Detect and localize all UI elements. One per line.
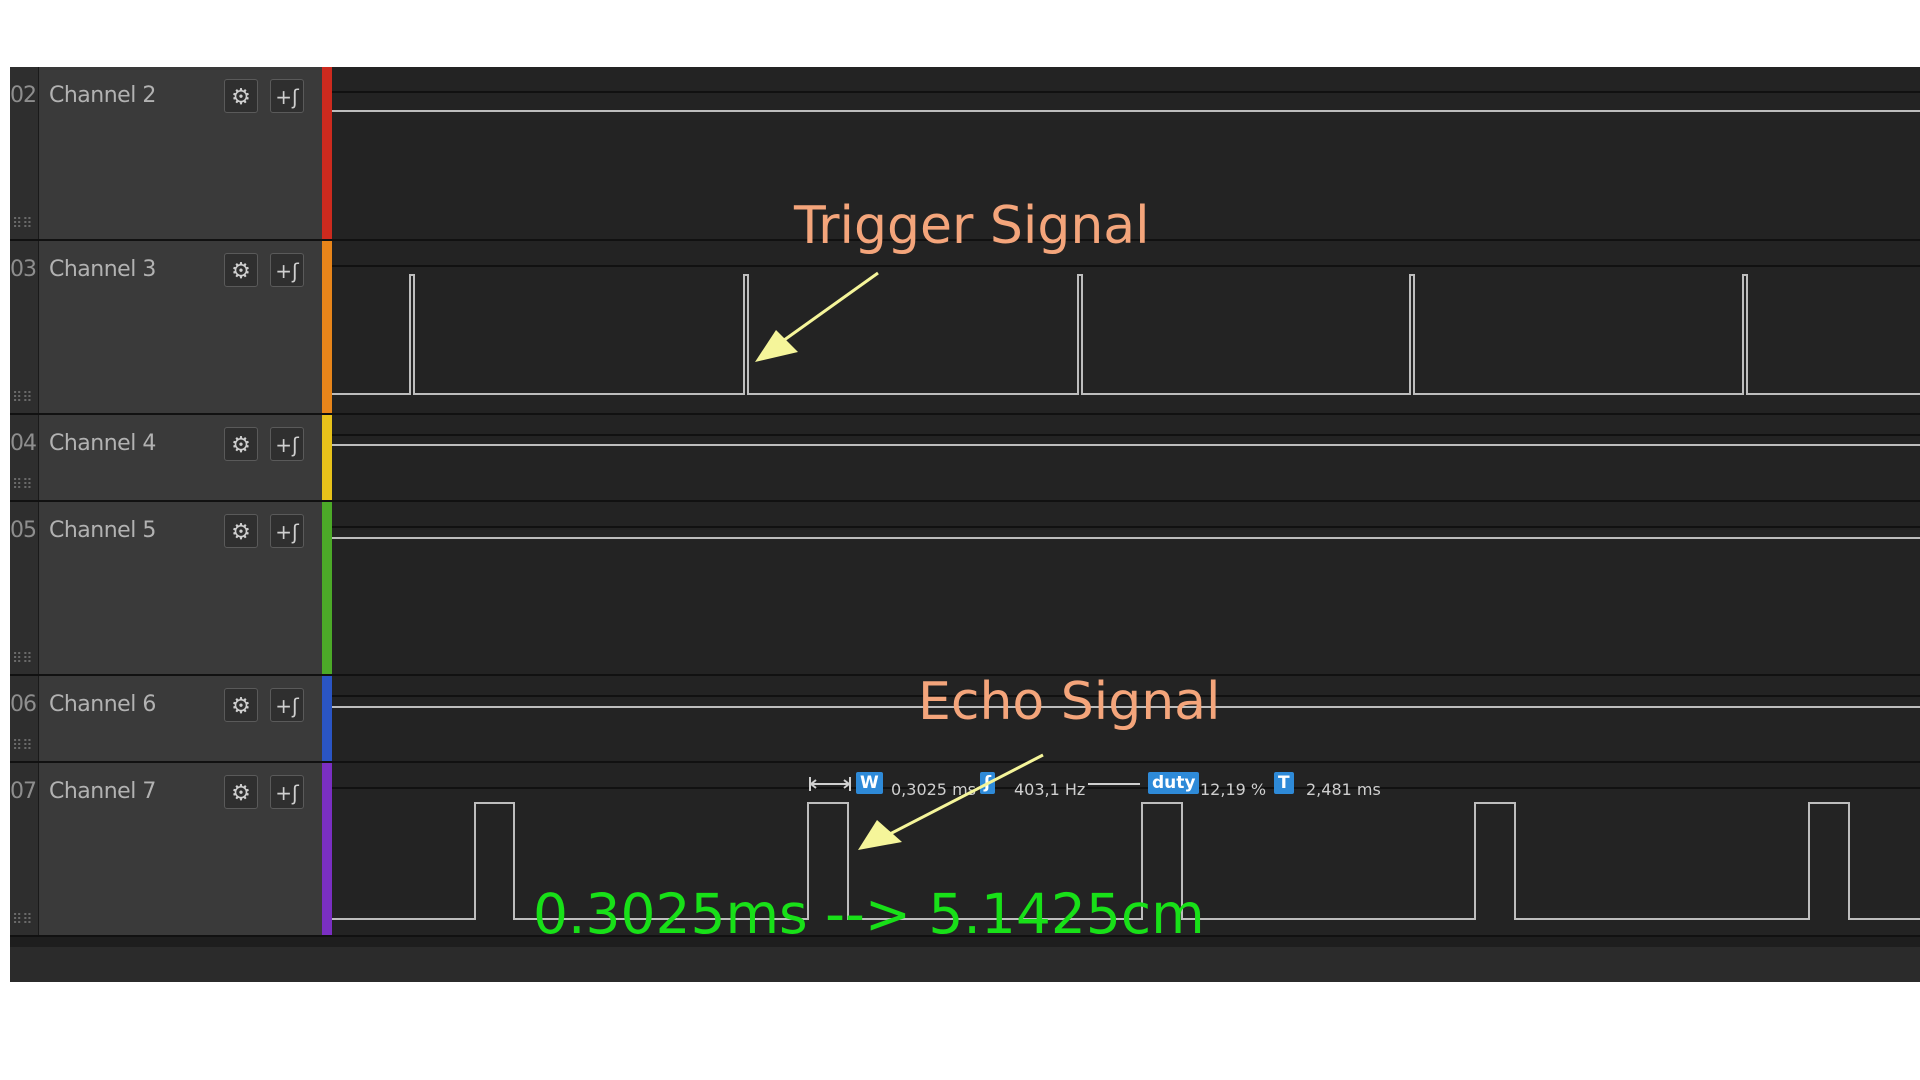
frequency-value: 403,1 Hz [1014, 780, 1086, 799]
trigger-edge-icon: +ʃ [275, 520, 299, 544]
width-badge: W [856, 772, 883, 794]
channel-settings-button[interactable]: ⚙ [224, 427, 258, 461]
channel-color-stripe [322, 676, 332, 761]
channel-color-stripe [322, 502, 332, 674]
row-resize-grip[interactable]: ⠿⠿ [12, 391, 33, 405]
channel-label-panel: Channel 6 ⚙ +ʃ [39, 676, 322, 761]
channel-5-waveform [332, 526, 1920, 539]
row-resize-grip[interactable]: ⠿⠿ [12, 739, 33, 753]
channel-4-waveform [332, 434, 1920, 446]
trigger-edge-icon: +ʃ [275, 694, 299, 718]
channel-label-panel: Channel 3 ⚙ +ʃ [39, 241, 322, 413]
channel-label-panel: Channel 5 ⚙ +ʃ [39, 502, 322, 674]
channel-name: Channel 5 [49, 518, 156, 543]
channel-name: Channel 7 [49, 779, 156, 804]
row-resize-grip[interactable]: ⠿⠿ [12, 217, 33, 231]
channel-settings-button[interactable]: ⚙ [224, 775, 258, 809]
frequency-span-line [1088, 783, 1140, 785]
channel-name: Channel 3 [49, 257, 156, 282]
period-value: 2,481 ms [1306, 780, 1381, 799]
channel-color-stripe [322, 763, 332, 935]
row-resize-grip[interactable]: ⠿⠿ [12, 652, 33, 666]
channel-number-box: 04 ⠿⠿ [10, 415, 39, 500]
channel-number-box: 05 ⠿⠿ [10, 502, 39, 674]
bottom-status-bar [10, 947, 1920, 982]
period-badge: T [1274, 772, 1294, 794]
channel-number-box: 06 ⠿⠿ [10, 676, 39, 761]
gear-icon: ⚙ [231, 693, 251, 718]
gear-icon: ⚙ [231, 84, 251, 109]
frequency-badge-icon: ʃ [980, 772, 996, 794]
channel-trace-area[interactable] [332, 502, 1920, 674]
channel-number: 02 [10, 83, 37, 108]
channel-number: 07 [10, 779, 37, 804]
duty-badge: duty [1148, 772, 1200, 794]
channel-trigger-button[interactable]: +ʃ [270, 775, 304, 809]
channel-label-panel: Channel 2 ⚙ +ʃ [39, 67, 322, 239]
channel-trace-area[interactable] [332, 415, 1920, 500]
channel-trace-area[interactable] [332, 241, 1920, 413]
channel-row-4: 04 ⠿⠿ Channel 4 ⚙ +ʃ [10, 415, 1920, 502]
channel-color-stripe [322, 415, 332, 500]
width-span-icon [809, 777, 851, 791]
channel-name: Channel 2 [49, 83, 156, 108]
gear-icon: ⚙ [231, 780, 251, 805]
channel-row-5: 05 ⠿⠿ Channel 5 ⚙ +ʃ [10, 502, 1920, 676]
duty-cycle-value: 12,19 % [1200, 780, 1267, 799]
channel-settings-button[interactable]: ⚙ [224, 514, 258, 548]
trigger-edge-icon: +ʃ [275, 433, 299, 457]
channel-color-stripe [322, 67, 332, 239]
echo-signal-annotation: Echo Signal [918, 672, 1221, 732]
channel-trigger-button[interactable]: +ʃ [270, 427, 304, 461]
gear-icon: ⚙ [231, 432, 251, 457]
channel-trigger-button[interactable]: +ʃ [270, 514, 304, 548]
channel-name: Channel 4 [49, 431, 156, 456]
row-resize-grip[interactable]: ⠿⠿ [12, 478, 33, 492]
channel-settings-button[interactable]: ⚙ [224, 253, 258, 287]
distance-calculation-annotation: 0.3025ms --> 5.1425cm [533, 882, 1205, 946]
channel-number: 04 [10, 431, 37, 456]
channel-number: 03 [10, 257, 37, 282]
trigger-edge-icon: +ʃ [275, 781, 299, 805]
row-resize-grip[interactable]: ⠿⠿ [12, 913, 33, 927]
channel-name: Channel 6 [49, 692, 156, 717]
channel-settings-button[interactable]: ⚙ [224, 79, 258, 113]
gear-icon: ⚙ [231, 519, 251, 544]
channel-trigger-button[interactable]: +ʃ [270, 79, 304, 113]
trigger-edge-icon: +ʃ [275, 85, 299, 109]
pulse-width-value: 0,3025 ms [891, 780, 976, 799]
channel-trigger-button[interactable]: +ʃ [270, 688, 304, 722]
channel-color-stripe [322, 241, 332, 413]
trigger-edge-icon: +ʃ [275, 259, 299, 283]
channel-number: 05 [10, 518, 37, 543]
channel-number: 06 [10, 692, 37, 717]
channel-number-box: 03 ⠿⠿ [10, 241, 39, 413]
channel-label-panel: Channel 4 ⚙ +ʃ [39, 415, 322, 500]
trigger-signal-annotation: Trigger Signal [794, 196, 1150, 256]
channel-trigger-button[interactable]: +ʃ [270, 253, 304, 287]
channel-3-waveform [332, 265, 1920, 395]
channel-settings-button[interactable]: ⚙ [224, 688, 258, 722]
channel-number-box: 02 ⠿⠿ [10, 67, 39, 239]
gear-icon: ⚙ [231, 258, 251, 283]
channel-number-box: 07 ⠿⠿ [10, 763, 39, 935]
channel-row-3: 03 ⠿⠿ Channel 3 ⚙ +ʃ [10, 241, 1920, 415]
channel-label-panel: Channel 7 ⚙ +ʃ [39, 763, 322, 935]
